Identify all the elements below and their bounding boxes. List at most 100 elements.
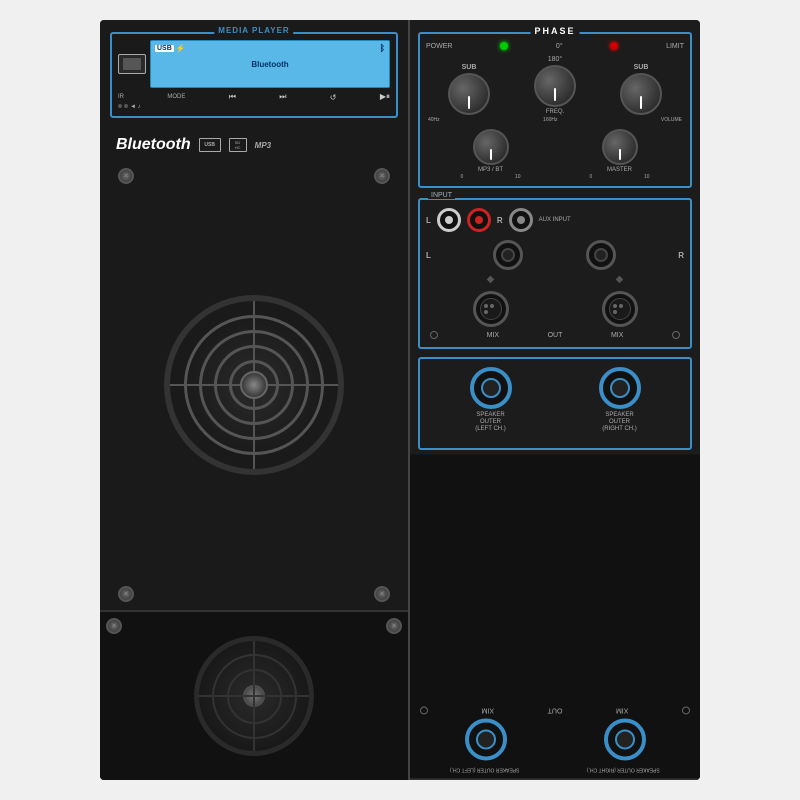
fan-section bbox=[110, 160, 398, 610]
quarter-jack-left-inner bbox=[501, 248, 515, 262]
mp3-icon: MP3 bbox=[255, 141, 271, 150]
knob-sub-right[interactable] bbox=[620, 73, 662, 115]
speaker-jack-right bbox=[599, 367, 641, 409]
knob-group-sub-r: SUB bbox=[620, 64, 662, 115]
bottom-speaker-jack-right-inner bbox=[615, 729, 635, 749]
xlr-left-dots bbox=[484, 304, 498, 314]
fan-center bbox=[240, 371, 268, 399]
quarter-jacks-row: L R bbox=[426, 240, 684, 270]
input-title: INPUT bbox=[428, 192, 455, 199]
left-panel: MEDIA PLAYER USB ⚡ Bluetooth ᛒ bbox=[100, 20, 410, 780]
speaker-connectors: SPEAKEROUTER(LEFT CH.) SPEAKEROUTER(RIGH… bbox=[426, 367, 684, 434]
usb-badge: USB bbox=[199, 138, 221, 152]
knob-mp3-bt[interactable] bbox=[473, 129, 509, 165]
rca-white-center bbox=[445, 216, 453, 224]
diamond-2: ◆ bbox=[616, 274, 624, 285]
speaker-jack-left bbox=[470, 367, 512, 409]
phase-180-label: 180° bbox=[548, 56, 562, 63]
usb-icon-badge: USB bbox=[199, 138, 221, 152]
bottom-fan-cross-v bbox=[253, 641, 255, 751]
bottom-speaker-right-label: SPEAKER OUTER (RIGHT CH.) bbox=[587, 766, 660, 772]
knob-row-2: MP3 / BT MASTER bbox=[426, 129, 684, 173]
media-top-row: USB ⚡ Bluetooth ᛒ bbox=[118, 40, 390, 88]
bottom-mix-left: MIX bbox=[482, 707, 494, 714]
bluetooth-label: Bluetooth bbox=[116, 136, 191, 154]
scale-10-l: 10 bbox=[515, 174, 521, 180]
sd-card-text: SDHC bbox=[235, 140, 241, 150]
fan-ring-4 bbox=[229, 360, 279, 410]
usb-icon-small: ⚡ bbox=[176, 44, 186, 53]
dot-1 bbox=[118, 104, 122, 108]
screw-bottom-right bbox=[374, 586, 390, 602]
led-power-green bbox=[500, 42, 508, 50]
xlr-jack-left bbox=[473, 291, 509, 327]
prev-button[interactable]: ⏮ bbox=[229, 92, 236, 102]
screw-top-right bbox=[374, 168, 390, 184]
knob-group-master: MASTER bbox=[602, 129, 638, 173]
phase-title: PHASE bbox=[530, 26, 579, 36]
bt-icons-row: Bluetooth USB SDHC MP3 bbox=[116, 136, 398, 154]
scale-0-r: 0 bbox=[590, 174, 593, 180]
speaker-left-connector: SPEAKEROUTER(LEFT CH.) bbox=[470, 367, 512, 434]
bluetooth-symbol: ᛒ bbox=[380, 43, 385, 53]
rca-red-center bbox=[475, 216, 483, 224]
knob-freq[interactable] bbox=[534, 65, 576, 107]
mode-label: MODE bbox=[167, 94, 185, 100]
prev-track-button[interactable]: ⏭ bbox=[279, 92, 286, 102]
dot-indicators: ◄ ♪ bbox=[118, 104, 390, 110]
speaker-jack-left-inner bbox=[481, 378, 501, 398]
rca-row: L R AUX INPUT bbox=[426, 208, 684, 232]
speaker-right-connector: SPEAKEROUTER(RIGHT CH.) bbox=[599, 367, 641, 434]
xlr-right-dots bbox=[613, 304, 627, 314]
xlr-row bbox=[426, 291, 684, 327]
xlr-dot-3 bbox=[484, 310, 488, 314]
bottom-out-label: TUO bbox=[548, 707, 563, 714]
xlr-dot-2 bbox=[490, 304, 494, 308]
phase-section: PHASE POWER 0° LIMIT SUB 180° bbox=[418, 32, 692, 188]
bottom-right-panel: SPEAKER OUTER (LEFT CH.) SPEAKER OUTER (… bbox=[410, 454, 700, 780]
repeat-button[interactable]: ↺ bbox=[330, 93, 337, 102]
xlr-jack-right bbox=[602, 291, 638, 327]
bottom-speaker-jack-right bbox=[604, 718, 646, 760]
out-label: OUT bbox=[548, 332, 563, 339]
bottom-mix-circle-left bbox=[420, 706, 428, 714]
xlr-dot-4 bbox=[613, 304, 617, 308]
input-section: INPUT L R AUX INPUT bbox=[418, 198, 692, 349]
knob-row-1: SUB 180° FREQ. SUB bbox=[426, 56, 684, 115]
ir-label: IR bbox=[118, 94, 124, 100]
knob-sub-left[interactable] bbox=[448, 73, 490, 115]
bottom-mix-circle-right bbox=[682, 706, 690, 714]
fan-ring-2 bbox=[199, 330, 309, 440]
controls-row: IR MODE ⏮ ⏭ ↺ ▶⏸ bbox=[118, 92, 390, 102]
play-pause-button[interactable]: ▶⏸ bbox=[380, 92, 390, 102]
mix-circle-left bbox=[430, 331, 438, 339]
zero-deg-label: 0° bbox=[556, 43, 563, 50]
xlr-left-inner bbox=[480, 298, 502, 320]
hz160-label: 160Hz bbox=[543, 117, 557, 123]
xlr-dot-5 bbox=[619, 304, 623, 308]
usb-tag: USB bbox=[155, 45, 174, 52]
mp3-bt-label: MP3 / BT bbox=[478, 167, 503, 173]
sub-left-label: SUB bbox=[462, 64, 477, 71]
bottom-speaker-jack-left-inner bbox=[476, 729, 496, 749]
master-label: MASTER bbox=[607, 167, 632, 173]
vol-label: VOLUME bbox=[661, 117, 682, 123]
fan-outer bbox=[164, 295, 344, 475]
media-player-title: MEDIA PLAYER bbox=[214, 26, 293, 35]
media-player-section: MEDIA PLAYER USB ⚡ Bluetooth ᛒ bbox=[110, 32, 398, 118]
xlr-right-inner bbox=[609, 298, 631, 320]
bottom-left-panel bbox=[100, 610, 408, 780]
sd-card-slot bbox=[118, 54, 146, 74]
speaker-left-label: SPEAKEROUTER(LEFT CH.) bbox=[475, 412, 506, 434]
usb-icon-text: USB bbox=[204, 142, 215, 148]
speaker-jack-right-inner bbox=[610, 378, 630, 398]
sd-badge: SDHC bbox=[229, 138, 247, 152]
rca-aux-jack bbox=[509, 208, 533, 232]
bottom-mix-right: MIX bbox=[616, 707, 628, 714]
speaker-out-section: SPEAKEROUTER(LEFT CH.) SPEAKEROUTER(RIGH… bbox=[418, 357, 692, 450]
volume-symbol: ◄ ♪ bbox=[130, 104, 141, 110]
knob-master[interactable] bbox=[602, 129, 638, 165]
bottom-screw-tr bbox=[386, 618, 402, 634]
mix-right-label: MIX bbox=[611, 332, 623, 339]
dot-2 bbox=[124, 104, 128, 108]
